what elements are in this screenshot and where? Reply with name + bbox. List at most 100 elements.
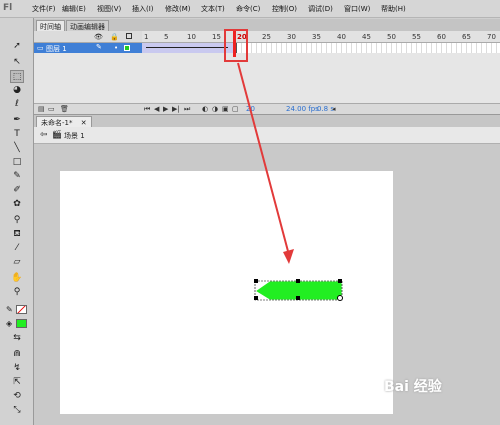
ruler-tick: 70 bbox=[487, 33, 496, 41]
pencil-tool-icon[interactable]: ✎ bbox=[10, 170, 24, 183]
selection-tool-icon[interactable]: ➚ bbox=[10, 40, 24, 53]
timeline-controls: ▤ ▭ 🗑 ⏮ ◀ ▶ ▶| ⏭ ◐ ◑ ▣ ▢ 20 24.00 fps 0.… bbox=[34, 103, 500, 114]
menu-window[interactable]: 窗口(W) bbox=[344, 4, 370, 14]
rotate-option-icon[interactable]: ⟲ bbox=[10, 390, 24, 403]
pen-tool-icon[interactable]: ✒ bbox=[10, 114, 24, 127]
new-layer-icon[interactable]: ▤ bbox=[38, 105, 45, 113]
ruler-tick: 60 bbox=[437, 33, 446, 41]
annotation-highlight-box bbox=[224, 29, 248, 62]
document-tab-label: 未命名-1* bbox=[41, 119, 73, 127]
menu-help[interactable]: 帮助(H) bbox=[381, 4, 406, 14]
layer-color-icon[interactable] bbox=[124, 45, 130, 51]
hand-tool-icon[interactable]: ✋ bbox=[10, 272, 24, 285]
brush-tool-icon[interactable]: ✐ bbox=[10, 184, 24, 197]
eraser-icon[interactable]: ▱ bbox=[10, 256, 24, 269]
first-frame-icon[interactable]: ⏮ bbox=[144, 105, 150, 114]
back-arrow-icon[interactable]: ⇦ bbox=[40, 130, 48, 140]
fill-color-swatch[interactable]: ◈ bbox=[6, 319, 28, 329]
menu-edit[interactable]: 编辑(E) bbox=[62, 4, 86, 14]
eyedropper-icon[interactable]: ⁄ bbox=[10, 242, 24, 255]
current-frame-readout[interactable]: 20 bbox=[246, 105, 255, 113]
ruler-tick: 45 bbox=[362, 33, 371, 41]
close-icon[interactable]: ✕ bbox=[81, 119, 87, 127]
menu-insert[interactable]: 插入(I) bbox=[132, 4, 154, 14]
frame-track[interactable] bbox=[142, 43, 500, 53]
layer-row[interactable]: ▭ 图层 1 ✎ • bbox=[34, 43, 142, 53]
edit-multiple-icon[interactable]: ▣ bbox=[222, 105, 229, 113]
new-folder-icon[interactable]: ▭ bbox=[48, 105, 55, 113]
ruler-tick: 35 bbox=[312, 33, 321, 41]
bone-tool-icon[interactable]: ⚲ bbox=[10, 214, 24, 227]
play-icon[interactable]: ▶ bbox=[163, 105, 168, 113]
rotation-handle[interactable] bbox=[337, 295, 343, 301]
ruler-tick: 30 bbox=[287, 33, 296, 41]
visibility-dot[interactable]: • bbox=[114, 44, 118, 52]
ruler-tick: 5 bbox=[164, 33, 169, 41]
pencil-icon: ✎ bbox=[96, 43, 102, 51]
ruler-tick: 50 bbox=[387, 33, 396, 41]
free-transform-tool-icon[interactable]: ⬚ bbox=[10, 70, 24, 83]
ruler-tick: 55 bbox=[412, 33, 421, 41]
scroll-left-icon[interactable]: ◂ bbox=[332, 105, 336, 113]
layer-icon: ▭ bbox=[37, 44, 44, 52]
edit-bar: ⇦ 🎬 场景 1 bbox=[34, 127, 500, 144]
menu-modify[interactable]: 修改(M) bbox=[165, 4, 191, 14]
snap-magnet-icon[interactable]: ⋒ bbox=[10, 348, 24, 361]
scene-icon: 🎬 bbox=[52, 130, 62, 139]
transform-handle[interactable] bbox=[338, 279, 342, 283]
zoom-tool-icon[interactable]: ⚲ bbox=[10, 286, 24, 299]
transform-handle[interactable] bbox=[254, 296, 258, 300]
lasso-tool-icon[interactable]: ℓ bbox=[10, 98, 24, 111]
ruler-tick: 10 bbox=[187, 33, 196, 41]
tab-motion-editor[interactable]: 动画编辑器 bbox=[66, 20, 109, 31]
timeline-panel: 👁 🔒 ▭ 图层 1 ✎ • 1 5 10 15 20 25 30 35 40 … bbox=[34, 31, 500, 115]
tab-timeline[interactable]: 时间轴 bbox=[36, 20, 65, 31]
panel-tabs: 时间轴 动画编辑器 bbox=[34, 19, 500, 31]
rectangle-tool-icon[interactable]: □ bbox=[10, 156, 24, 169]
paint-bucket-icon[interactable]: ⛾ bbox=[10, 228, 24, 241]
menu-file[interactable]: 文件(F) bbox=[32, 4, 56, 14]
scene-label[interactable]: 场景 1 bbox=[64, 131, 85, 141]
ruler-tick: 25 bbox=[262, 33, 271, 41]
smooth-icon[interactable]: ↯ bbox=[10, 362, 24, 375]
transform-handle[interactable] bbox=[254, 279, 258, 283]
onion-markers-icon[interactable]: ▢ bbox=[232, 105, 239, 113]
onion-skin-icon[interactable]: ◐ bbox=[202, 105, 208, 113]
watermark-text: Bai 经验 bbox=[384, 379, 442, 395]
lock-icon[interactable]: 🔒 bbox=[110, 33, 119, 41]
menu-text[interactable]: 文本(T) bbox=[201, 4, 225, 14]
shape-tween-span[interactable] bbox=[142, 43, 237, 53]
scale-option-icon[interactable]: ⤡ bbox=[10, 404, 24, 417]
frame-ruler[interactable]: 1 5 10 15 20 25 30 35 40 45 50 55 60 65 … bbox=[142, 31, 500, 43]
ruler-tick: 15 bbox=[212, 33, 221, 41]
subselection-tool-icon[interactable]: ↖ bbox=[10, 56, 24, 69]
straighten-icon[interactable]: ⇱ bbox=[10, 376, 24, 389]
outline-icon[interactable] bbox=[126, 33, 132, 39]
menu-view[interactable]: 视图(V) bbox=[97, 4, 121, 14]
menu-debug[interactable]: 调试(D) bbox=[308, 4, 333, 14]
eye-icon[interactable]: 👁 bbox=[94, 33, 103, 41]
delete-layer-icon[interactable]: 🗑 bbox=[60, 105, 69, 113]
menu-command[interactable]: 命令(C) bbox=[236, 4, 260, 14]
ruler-tick: 1 bbox=[144, 33, 149, 41]
3d-rotation-tool-icon[interactable]: ◕ bbox=[10, 84, 24, 97]
layer-header: 👁 🔒 bbox=[34, 31, 142, 43]
next-frame-icon[interactable]: ▶| bbox=[172, 105, 180, 113]
document-tab[interactable]: 未命名-1* ✕ bbox=[36, 116, 92, 127]
document-tabs: 未命名-1* ✕ bbox=[34, 115, 500, 127]
text-tool-icon[interactable]: T bbox=[10, 128, 24, 141]
prev-frame-icon[interactable]: ◀ bbox=[154, 105, 159, 113]
deco-tool-icon[interactable]: ✿ bbox=[10, 198, 24, 211]
fps-readout[interactable]: 24.00 fps bbox=[286, 105, 319, 113]
menu-control[interactable]: 控制(O) bbox=[272, 4, 297, 14]
line-tool-icon[interactable]: ╲ bbox=[10, 142, 24, 155]
app-logo: Fl bbox=[3, 3, 13, 13]
onion-outline-icon[interactable]: ◑ bbox=[212, 105, 218, 113]
layer-name[interactable]: 图层 1 bbox=[46, 44, 67, 54]
transform-handle[interactable] bbox=[296, 279, 300, 283]
transform-handle[interactable] bbox=[296, 296, 300, 300]
stroke-color-swatch[interactable]: ✎ bbox=[6, 305, 28, 315]
ruler-tick: 40 bbox=[337, 33, 346, 41]
last-frame-icon[interactable]: ⏭ bbox=[184, 105, 190, 114]
swap-colors-icon[interactable]: ⇆ bbox=[10, 332, 24, 345]
